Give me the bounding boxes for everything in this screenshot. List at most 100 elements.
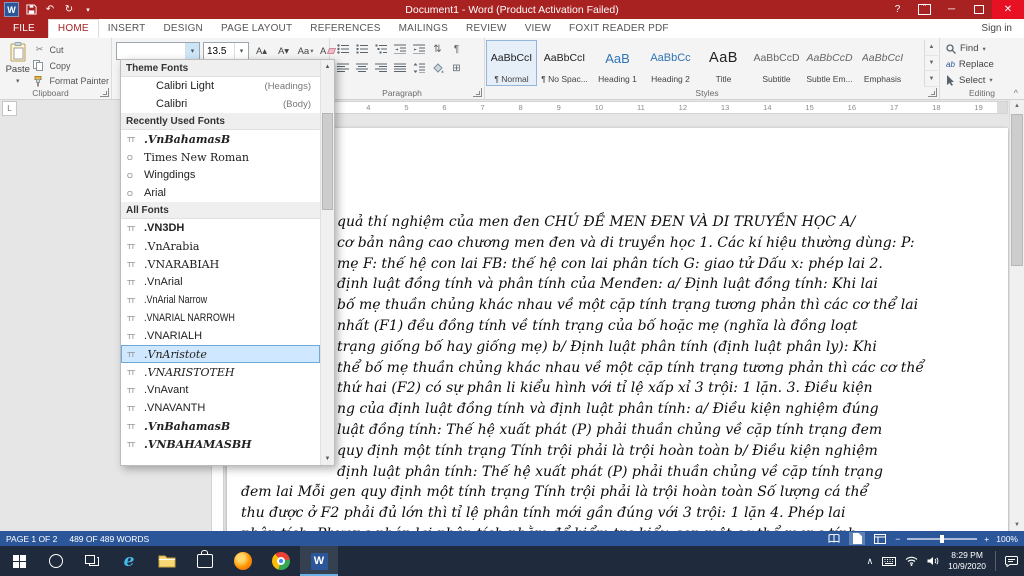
font-list-item[interactable]: TT .VNBAHAMASBH [121,435,320,453]
font-list-item[interactable]: TT .VnArial Narrow [121,291,320,309]
ribbon-tab[interactable]: FILE [0,19,48,38]
font-size-dropdown-button[interactable]: ▾ [234,43,248,59]
zoom-in-button[interactable]: + [984,534,989,544]
ribbon-tab[interactable]: INSERT [99,19,155,38]
vertical-scrollbar[interactable]: ▲ ▼ [1009,99,1024,531]
ribbon-tab[interactable]: MAILINGS [390,19,457,38]
change-case-button[interactable]: Aa ▾ [296,43,315,59]
paste-button[interactable]: Paste ▾ [2,40,33,87]
word-app-icon[interactable]: W [4,2,19,17]
scroll-thumb[interactable] [322,113,333,210]
zoom-level[interactable]: 100% [996,534,1018,544]
line-spacing-button[interactable] [410,60,427,76]
print-layout-button[interactable] [849,532,866,545]
document-page[interactable]: quả thí nghiệm của men đen CHỦ ĐỀ MEN ĐE… [227,128,1008,531]
ribbon-tab[interactable]: REVIEW [457,19,516,38]
search-button[interactable] [38,546,74,576]
undo-icon[interactable]: ↶ [43,3,57,17]
font-list-item[interactable]: TT .VnArial [121,273,320,291]
ribbon-tab[interactable]: DESIGN [154,19,212,38]
paste-dropdown-icon[interactable]: ▾ [16,77,20,85]
touch-keyboard-icon[interactable] [882,556,897,566]
maximize-button[interactable] [965,0,992,19]
multilevel-list-button[interactable] [372,41,389,57]
align-center-button[interactable] [353,60,370,76]
scroll-down-icon[interactable]: ▼ [321,452,334,465]
find-button[interactable]: Find ▾ [946,42,1018,56]
horizontal-ruler[interactable]: 12345678910111213141516171819 [227,101,1008,114]
scroll-up-icon[interactable]: ▲ [321,60,334,73]
font-dropdown-scrollbar[interactable]: ▲ ▼ [320,60,334,465]
align-right-button[interactable] [372,60,389,76]
font-list-item[interactable]: TT .VNARIALH [121,327,320,345]
style-card[interactable]: AaBbCcD Subtitle [751,40,802,86]
font-name-dropdown-button[interactable]: ▾ [185,43,199,59]
font-list-item[interactable]: TT .VnBahamasB [121,417,320,435]
style-card[interactable]: AaBbCcI ¶ Normal [486,40,537,86]
speaker-icon[interactable] [927,556,939,566]
zoom-out-button[interactable]: − [895,534,900,544]
grow-font-button[interactable]: A▴ [252,43,271,59]
shading-button[interactable] [429,60,446,76]
page-info[interactable]: PAGE 1 OF 2 [6,534,57,544]
font-size-input[interactable] [204,43,234,59]
decrease-indent-button[interactable] [391,41,408,57]
qat-customize-icon[interactable]: ▾ [81,3,95,17]
ribbon-tab[interactable]: FOXIT READER PDF [560,19,678,38]
select-button[interactable]: Select ▾ [946,73,1018,87]
scroll-thumb[interactable] [1011,114,1023,266]
tab-selector-button[interactable]: L [2,101,17,116]
bullets-button[interactable] [334,41,351,57]
shrink-font-button[interactable]: A▾ [274,43,293,59]
style-card[interactable]: AaBbCc Heading 2 [645,40,696,86]
font-list-item[interactable]: O Wingdings [121,166,320,184]
task-view-button[interactable] [74,546,110,576]
redo-icon[interactable]: ↻ [62,3,76,17]
close-button[interactable]: ✕ [992,0,1024,19]
show-formatting-marks-button[interactable]: ¶ [448,41,465,57]
word-taskbar-button[interactable]: W [300,546,338,576]
sort-button[interactable]: ⇅ [429,41,446,57]
copy-button[interactable]: Copy [33,60,109,72]
file-explorer-button[interactable] [148,546,186,576]
paragraph-dialog-launcher[interactable] [473,88,482,97]
increase-indent-button[interactable] [410,41,427,57]
justify-button[interactable] [391,60,408,76]
font-list-item[interactable]: TT .VnAvant [121,381,320,399]
collapse-ribbon-button[interactable]: ^ [1014,88,1018,98]
scroll-up-icon[interactable]: ▲ [1014,99,1020,112]
style-card[interactable]: AaBbCcD Subtle Em... [804,40,855,86]
styles-scroll-down-button[interactable]: ▼ [925,56,938,72]
font-list-item[interactable]: O Times New Roman [121,148,320,166]
read-mode-button[interactable] [826,532,842,545]
font-name-input[interactable] [117,43,185,59]
align-left-button[interactable] [334,60,351,76]
font-list-item[interactable]: TT .VNARISTOTEH [121,363,320,381]
styles-scroll-up-button[interactable]: ▲ [925,40,938,56]
font-list-item[interactable]: All Fonts [121,202,320,219]
minimize-button[interactable]: ─ [938,0,965,19]
taskbar-clock[interactable]: 8:29 PM 10/9/2020 [948,550,986,571]
ribbon-display-options-button[interactable]: ^ [911,0,938,19]
sign-in-button[interactable]: Sign in [969,19,1024,38]
clipboard-dialog-launcher[interactable] [100,88,109,97]
font-list-item[interactable]: TT .VNARABIAH [121,255,320,273]
style-card[interactable]: AaBbCcI Emphasis [857,40,908,86]
font-list-item[interactable]: Calibri (Body) [121,95,320,113]
font-list-item[interactable]: O Arial [121,184,320,202]
font-list-item[interactable]: Recently Used Fonts [121,113,320,130]
font-list-item[interactable]: TT .VN3DH [121,219,320,237]
replace-button[interactable]: ab Replace [946,58,1018,72]
ribbon-tab[interactable]: PAGE LAYOUT [212,19,301,38]
word-count[interactable]: 489 OF 489 WORDS [69,534,149,544]
ribbon-tab[interactable]: HOME [47,19,99,38]
font-list-item[interactable]: TT .VnAristote [121,345,320,363]
cut-button[interactable]: ✂ Cut [33,44,109,56]
firefox-button[interactable] [224,546,262,576]
font-list-item[interactable]: Calibri Light (Headings) [121,77,320,95]
tray-chevron-icon[interactable]: ∧ [867,556,874,567]
save-icon[interactable] [24,3,38,17]
font-list-item[interactable]: TT .VnArabia [121,237,320,255]
font-list-item[interactable]: Theme Fonts [121,60,320,77]
store-button[interactable] [186,546,224,576]
